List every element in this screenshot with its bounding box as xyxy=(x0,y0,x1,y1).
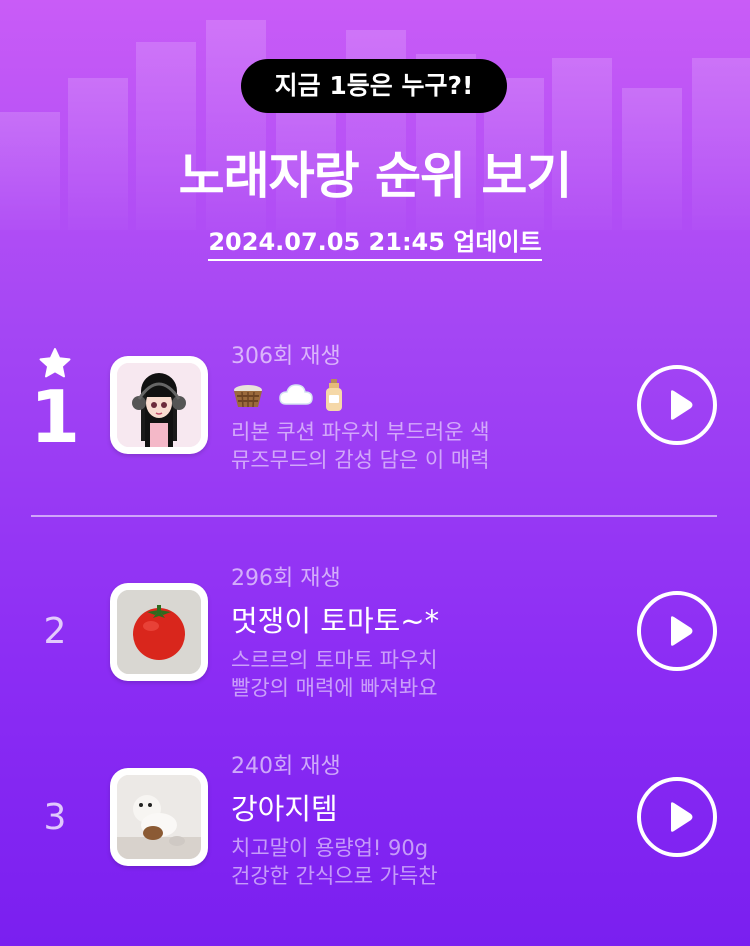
puppies-photo xyxy=(117,775,201,859)
play-icon xyxy=(671,390,693,420)
song-description: 치고말이 용량업! 90g 건강한 간식으로 가득찬 xyxy=(231,834,611,890)
rank-badge-1: 1 xyxy=(30,347,80,453)
rank-number: 2 xyxy=(43,611,67,652)
basket-icon xyxy=(234,385,262,408)
play-count: 306회 재생 xyxy=(231,344,341,369)
lotion-bottle-icon xyxy=(326,379,343,411)
update-timestamp-text[interactable]: 2024.07.05 21:45 업데이트 xyxy=(208,228,542,261)
anime-girl-headphones-avatar xyxy=(117,363,201,447)
song-thumbnail[interactable] xyxy=(110,356,208,454)
description-line-1: 리본 쿠션 파우치 부드러운 색 xyxy=(231,420,490,444)
song-title: 강아지템 xyxy=(231,792,338,826)
song-thumbnail[interactable] xyxy=(110,583,208,681)
rank-badge-2: 2 xyxy=(30,614,80,650)
play-icon xyxy=(671,802,693,832)
play-button[interactable] xyxy=(637,777,717,857)
rank-badge-3: 3 xyxy=(30,800,80,836)
description-line-1: 스르르의 토마토 파우치 xyxy=(231,648,438,672)
song-thumbnail[interactable] xyxy=(110,768,208,866)
leader-pill-badge: 지금 1등은 누구?! xyxy=(241,59,507,113)
song-description: 스르르의 토마토 파우치 빨강의 매력에 빠져봐요 xyxy=(231,646,611,702)
page-title: 노래자랑 순위 보기 xyxy=(178,147,573,205)
description-line-2: 건강한 간식으로 가득찬 xyxy=(231,864,438,888)
song-title: 멋쟁이 토마토~* xyxy=(231,604,440,638)
play-button[interactable] xyxy=(637,365,717,445)
rank-number: 1 xyxy=(30,375,81,459)
play-icon xyxy=(671,616,693,646)
divider xyxy=(31,515,717,517)
cloud-icon xyxy=(279,384,313,405)
update-timestamp[interactable]: 2024.07.05 21:45 업데이트 xyxy=(0,222,750,261)
rank-number: 3 xyxy=(43,797,67,838)
description-line-2: 빨강의 매력에 빠져봐요 xyxy=(231,676,438,700)
description-line-2: 뮤즈무드의 감성 담은 이 매력 xyxy=(231,448,490,472)
play-button[interactable] xyxy=(637,591,717,671)
song-description: 리본 쿠션 파우치 부드러운 색 뮤즈무드의 감성 담은 이 매력 xyxy=(231,418,611,474)
play-count: 296회 재생 xyxy=(231,566,341,591)
play-count: 240회 재생 xyxy=(231,754,341,779)
song-title xyxy=(231,376,611,412)
tomato-photo xyxy=(117,590,201,674)
description-line-1: 치고말이 용량업! 90g xyxy=(231,836,429,860)
